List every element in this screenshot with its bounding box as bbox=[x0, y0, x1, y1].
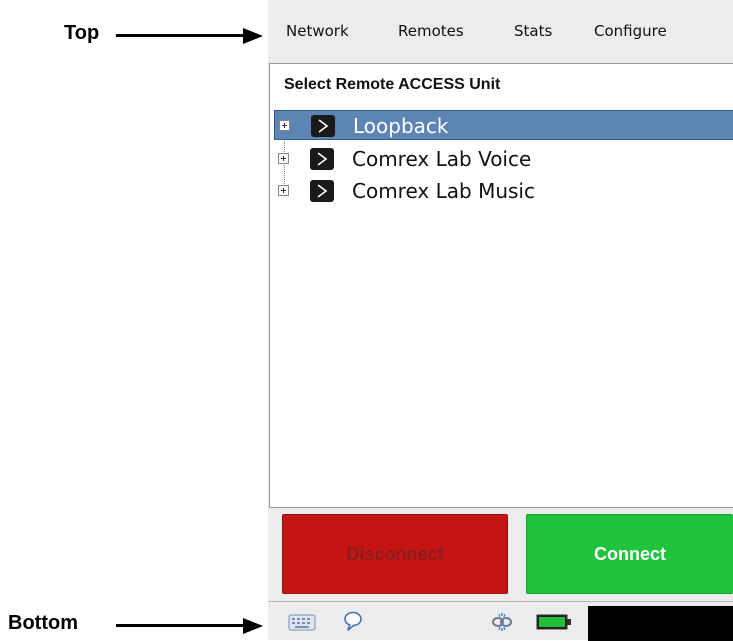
menu-network[interactable]: Network bbox=[286, 22, 349, 40]
top-arrow-head bbox=[243, 28, 263, 44]
expand-icon[interactable] bbox=[279, 120, 290, 131]
tree-item-label: Loopback bbox=[353, 114, 449, 138]
terminal-icon bbox=[310, 180, 334, 202]
terminal-icon bbox=[311, 115, 335, 137]
terminal-icon bbox=[310, 148, 334, 170]
tree-item-comrex-lab-music[interactable]: Comrex Lab Music bbox=[274, 176, 733, 206]
bottom-arrow-line bbox=[116, 624, 244, 627]
top-annotation-label: Top bbox=[64, 22, 100, 44]
tree-item-label: Comrex Lab Music bbox=[352, 179, 535, 203]
link-icon bbox=[490, 610, 514, 639]
menu-configure[interactable]: Configure bbox=[594, 22, 667, 40]
bottom-annotation-label: Bottom bbox=[8, 612, 78, 634]
menu-bar: Network Remotes Stats Configure bbox=[268, 0, 733, 62]
tree-item-loopback[interactable]: Loopback bbox=[274, 110, 733, 140]
chat-icon[interactable] bbox=[342, 610, 364, 637]
tree-item-comrex-lab-voice[interactable]: Comrex Lab Voice bbox=[274, 144, 733, 174]
device-screen: Network Remotes Stats Configure Select R… bbox=[268, 0, 733, 641]
menu-remotes[interactable]: Remotes bbox=[398, 22, 464, 40]
expand-icon[interactable] bbox=[278, 153, 289, 164]
status-display bbox=[588, 606, 733, 641]
disconnect-button[interactable]: Disconnect bbox=[282, 514, 508, 594]
keyboard-icon[interactable] bbox=[288, 612, 316, 637]
battery-icon bbox=[536, 614, 572, 635]
expand-icon[interactable] bbox=[278, 185, 289, 196]
menu-stats[interactable]: Stats bbox=[514, 22, 552, 40]
remote-select-panel: Select Remote ACCESS Unit Loopback Comre… bbox=[269, 63, 733, 508]
button-area: Disconnect Connect bbox=[268, 508, 733, 601]
status-bar bbox=[268, 601, 733, 641]
tree-item-label: Comrex Lab Voice bbox=[352, 147, 532, 171]
top-arrow-line bbox=[116, 34, 244, 37]
panel-title: Select Remote ACCESS Unit bbox=[284, 76, 501, 93]
connect-button[interactable]: Connect bbox=[526, 514, 733, 594]
bottom-arrow-head bbox=[243, 618, 263, 634]
